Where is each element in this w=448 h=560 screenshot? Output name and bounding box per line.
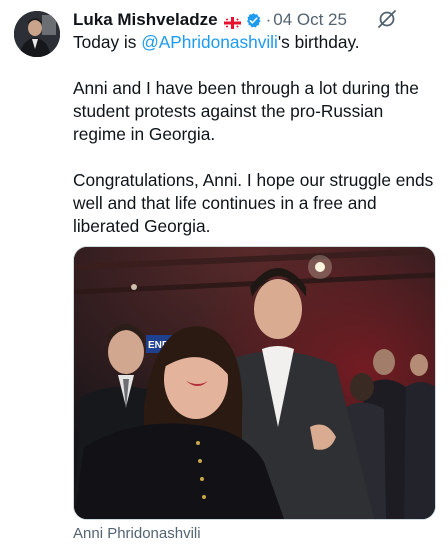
header-separator: · [265, 10, 272, 29]
avatar[interactable] [14, 11, 60, 57]
post-paragraph-2: Anni and I have been through a lot durin… [73, 78, 419, 144]
photo-image: ENBRA [74, 247, 435, 519]
grok-icon[interactable] [377, 9, 397, 29]
text-prefix: Today is [73, 32, 142, 52]
post-date[interactable]: 04 Oct 25 [273, 10, 347, 30]
photo-caption[interactable]: Anni Phridonashvili [73, 525, 201, 542]
georgia-flag-icon [223, 14, 241, 30]
post-text: Today is @APhridonashvili's birthday. An… [73, 31, 438, 238]
post-photo[interactable]: ENBRA [73, 246, 436, 520]
post-header: Luka Mishveladze · 04 Oct 25 [73, 9, 347, 31]
post-paragraph-1: Today is @APhridonashvili's birthday. [73, 31, 438, 54]
mention-link[interactable]: @APhridonashvili [141, 32, 278, 52]
author-name[interactable]: Luka Mishveladze [73, 10, 218, 30]
avatar-image [14, 11, 60, 57]
verified-badge-icon[interactable] [245, 12, 262, 29]
post-paragraph-3: Congratulations, Anni. I hope our strugg… [73, 170, 434, 236]
text-suffix: 's birthday. [277, 32, 360, 52]
